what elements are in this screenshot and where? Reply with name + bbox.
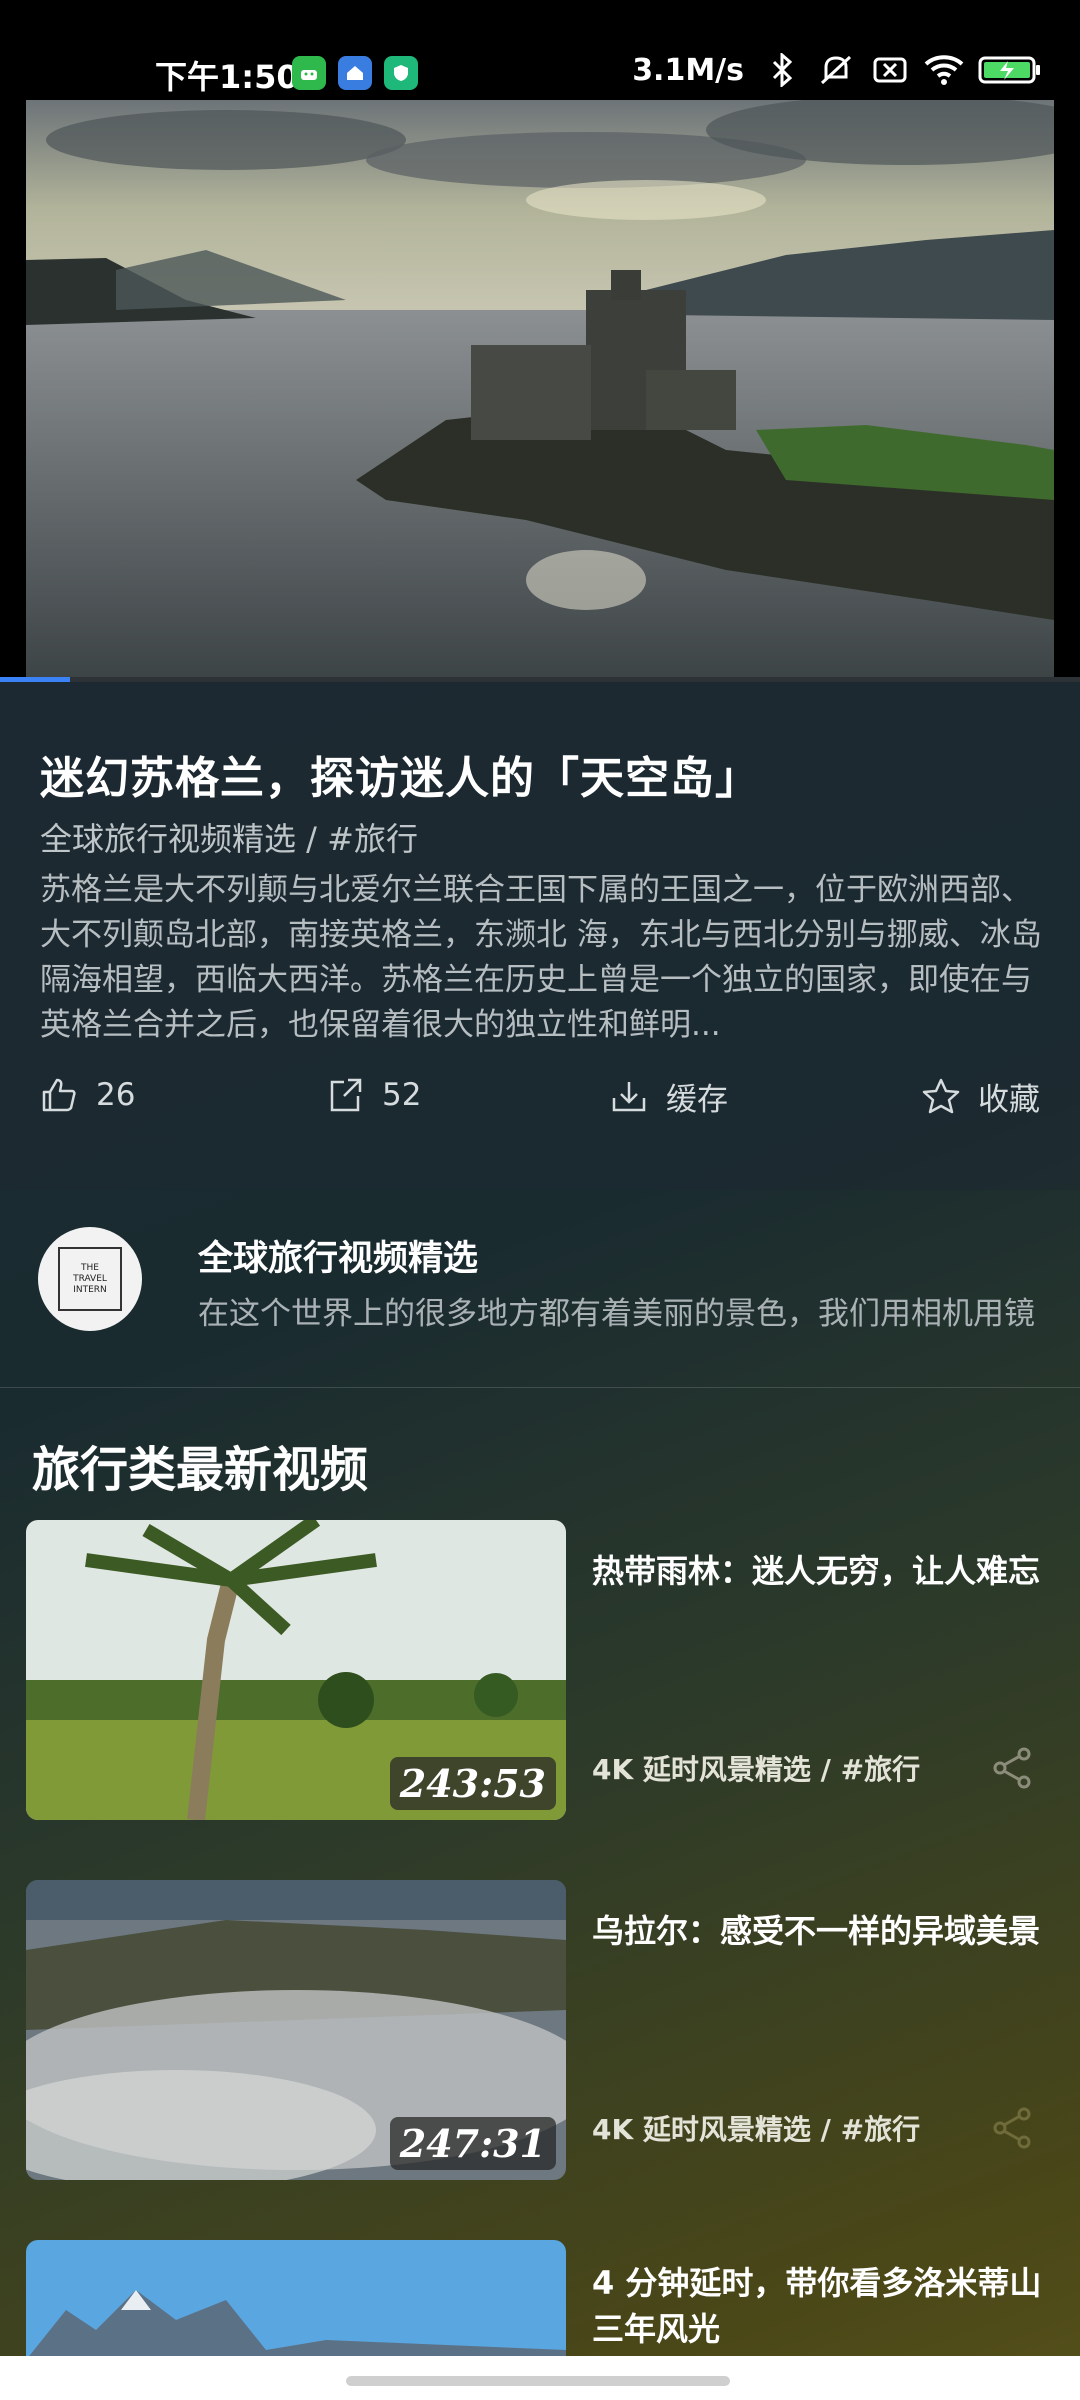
video-scenery-image bbox=[26, 100, 1054, 678]
section-title: 旅行类最新视频 bbox=[32, 1442, 369, 1498]
battery-charging-icon bbox=[978, 52, 1042, 88]
status-right: 3.1M/s bbox=[632, 52, 1042, 88]
video-info-section: 迷幻苏格兰，探访迷人的「天空岛」 全球旅行视频精选 / #旅行 苏格兰是大不列颠… bbox=[0, 682, 1080, 1190]
thumbs-up-icon bbox=[42, 1078, 76, 1112]
mute-icon bbox=[816, 52, 856, 88]
android-notif-icon bbox=[292, 56, 326, 90]
favorite-label: 收藏 bbox=[978, 1082, 1040, 1118]
video-list-item[interactable]: 243:53 热带雨林：迷人无穷，让人难忘 4K 延时风景精选 / #旅行 bbox=[0, 1520, 1080, 1820]
video-item-title[interactable]: 4 分钟延时，带你看多洛米蒂山三年风光 bbox=[592, 2260, 1062, 2352]
cache-button[interactable]: 缓存 bbox=[608, 1074, 728, 1119]
divider bbox=[0, 1387, 1080, 1388]
cache-label: 缓存 bbox=[666, 1082, 728, 1118]
video-description[interactable]: 苏格兰是大不列颠与北爱尔兰联合王国下属的王国之一，位于欧洲西部、大不列颠岛北部，… bbox=[40, 868, 1050, 1048]
shield-notif-icon bbox=[384, 56, 418, 90]
video-duration: 243:53 bbox=[389, 1757, 556, 1810]
no-sim-icon bbox=[870, 52, 910, 88]
video-frame[interactable] bbox=[26, 100, 1054, 678]
share-count: 52 bbox=[382, 1077, 422, 1113]
channel-description: 在这个世界上的很多地方都有着美丽的景色，我们用相机用镜 bbox=[198, 1296, 1035, 1332]
share-nodes-icon[interactable] bbox=[990, 1744, 1036, 1790]
video-progress-fill bbox=[0, 677, 71, 682]
bluetooth-icon bbox=[762, 52, 802, 88]
favorite-button[interactable]: 收藏 bbox=[920, 1074, 1040, 1119]
download-icon bbox=[612, 1081, 646, 1111]
video-progress-bar[interactable] bbox=[0, 677, 1080, 682]
video-list-item[interactable]: 4 分钟延时，带你看多洛米蒂山三年风光 bbox=[0, 2240, 1080, 2380]
home-gesture-bar[interactable] bbox=[346, 2376, 730, 2386]
home-notif-icon bbox=[338, 56, 372, 90]
video-detail-panel: 迷幻苏格兰，探访迷人的「天空岛」 全球旅行视频精选 / #旅行 苏格兰是大不列颠… bbox=[0, 682, 1080, 2400]
channel-logo: THE TRAVEL INTERN bbox=[58, 1247, 122, 1311]
channel-name[interactable]: 全球旅行视频精选 bbox=[198, 1230, 478, 1281]
video-player[interactable] bbox=[0, 100, 1080, 680]
wifi-icon bbox=[924, 52, 964, 88]
notification-icons bbox=[292, 56, 418, 90]
share-icon bbox=[330, 1078, 362, 1112]
video-item-title[interactable]: 热带雨林：迷人无穷，让人难忘 bbox=[592, 1548, 1062, 1594]
action-bar: 26 52 缓存 收藏 bbox=[0, 1074, 1080, 1154]
video-category[interactable]: 全球旅行视频精选 / #旅行 bbox=[40, 814, 418, 860]
like-button[interactable]: 26 bbox=[38, 1074, 135, 1116]
video-thumbnail[interactable]: 247:31 bbox=[26, 1880, 566, 2180]
status-bar: 下午1:50 3.1M/s bbox=[0, 0, 1080, 100]
video-list-item[interactable]: 247:31 乌拉尔：感受不一样的异域美景 4K 延时风景精选 / #旅行 bbox=[0, 1880, 1080, 2180]
video-item-title[interactable]: 乌拉尔：感受不一样的异域美景 bbox=[592, 1908, 1062, 1954]
like-count: 26 bbox=[96, 1077, 136, 1113]
video-title: 迷幻苏格兰，探访迷人的「天空岛」 bbox=[40, 753, 760, 804]
star-icon bbox=[922, 1078, 960, 1113]
channel-avatar[interactable]: THE TRAVEL INTERN bbox=[38, 1227, 142, 1331]
share-nodes-icon[interactable] bbox=[990, 2104, 1036, 2150]
network-speed: 3.1M/s bbox=[632, 52, 744, 88]
video-item-meta: 4K 延时风景精选 / #旅行 bbox=[592, 1753, 921, 1786]
video-item-meta: 4K 延时风景精选 / #旅行 bbox=[592, 2113, 921, 2146]
video-thumbnail[interactable]: 243:53 bbox=[26, 1520, 566, 1820]
share-button[interactable]: 52 bbox=[324, 1074, 421, 1116]
video-duration: 247:31 bbox=[389, 2117, 556, 2170]
status-time: 下午1:50 bbox=[155, 58, 299, 96]
